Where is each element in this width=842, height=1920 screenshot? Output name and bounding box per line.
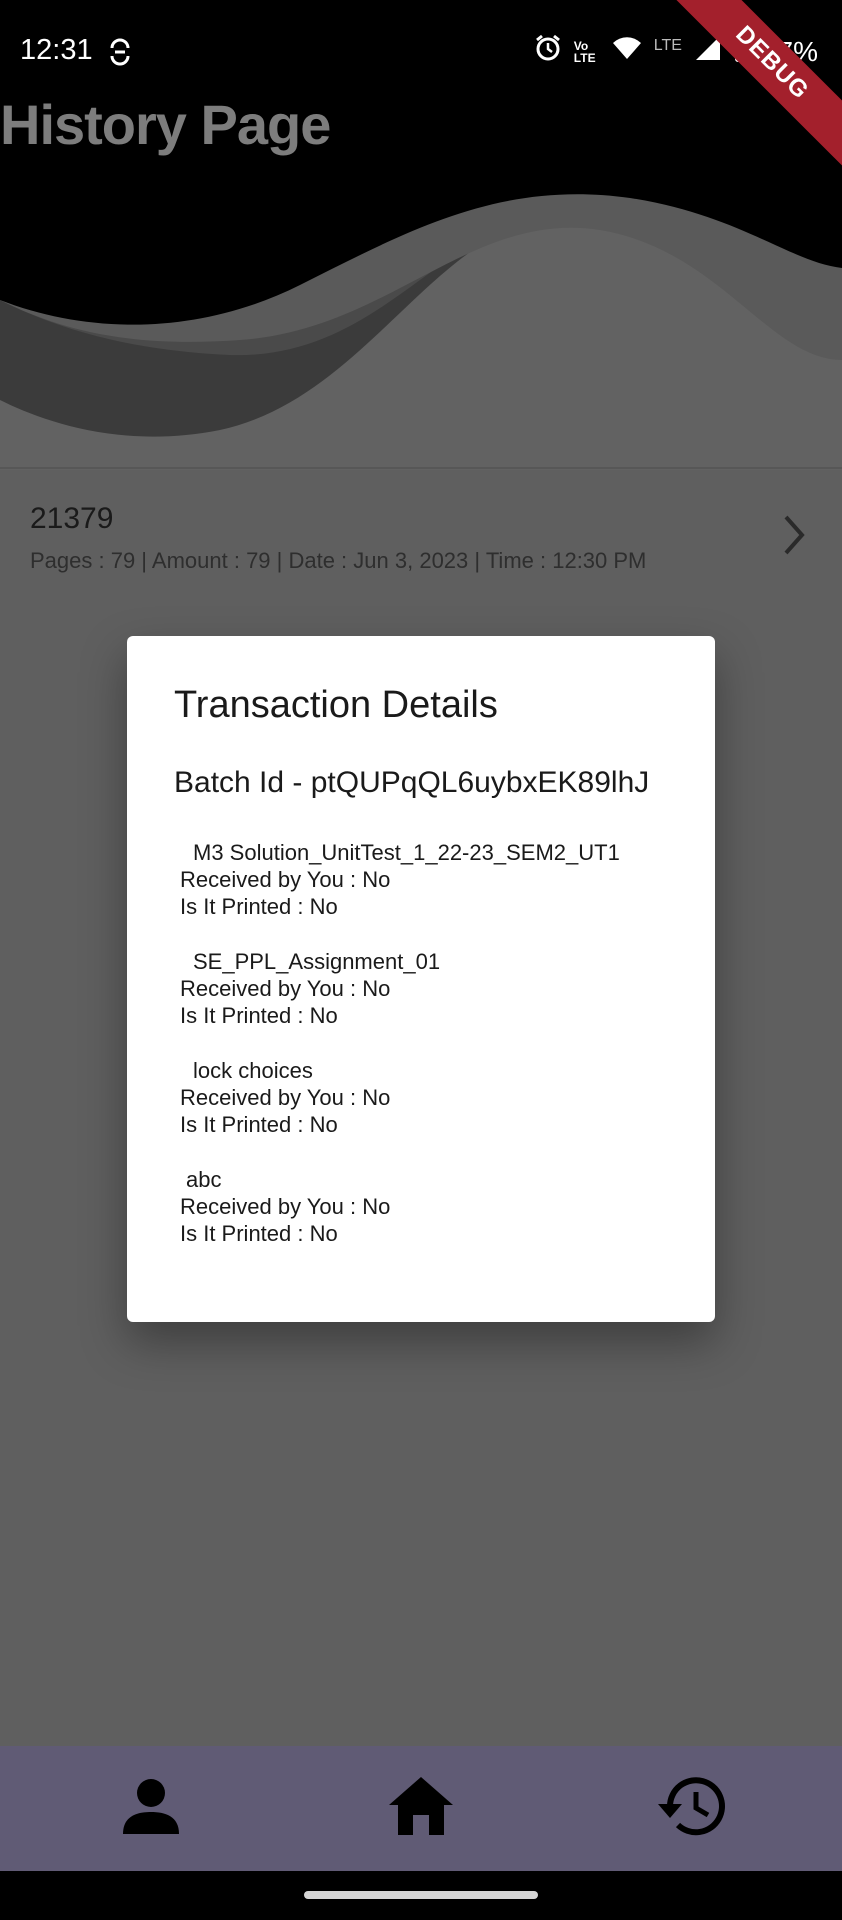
home-indicator[interactable] — [304, 1891, 538, 1899]
item-details: Pages : 79 | Amount : 79 | Date : Jun 3,… — [30, 548, 647, 573]
received-status: Received by You : No — [180, 867, 391, 892]
sync-icon — [108, 38, 132, 71]
alarm-icon — [534, 34, 562, 69]
history-icon — [656, 1774, 726, 1843]
item-id: 21379 — [30, 502, 114, 535]
printed-status: Is It Printed : No — [180, 1112, 338, 1137]
nav-profile-button[interactable] — [51, 1746, 251, 1871]
bottom-navigation — [0, 1746, 842, 1871]
printed-status: Is It Printed : No — [180, 894, 338, 919]
nav-history-button[interactable] — [591, 1746, 791, 1871]
batch-id: Batch Id - ptQUPqQL6uybxEK89lhJ — [174, 766, 650, 799]
printed-status: Is It Printed : No — [180, 1221, 338, 1246]
file-entry: SE_PPL_Assignment_01 Received by You : N… — [180, 948, 440, 1029]
history-list-item[interactable]: 21379 Pages : 79 | Amount : 79 | Date : … — [0, 470, 842, 600]
file-name: SE_PPL_Assignment_01 — [193, 949, 441, 974]
network-label: LTE — [653, 36, 682, 54]
received-status: Received by You : No — [180, 1194, 391, 1219]
received-status: Received by You : No — [180, 1085, 391, 1110]
file-entry: M3 Solution_UnitTest_1_22-23_SEM2_UT1 Re… — [180, 839, 620, 920]
nav-home-button[interactable] — [321, 1746, 521, 1871]
file-name: lock choices — [193, 1058, 313, 1083]
file-name: M3 Solution_UnitTest_1_22-23_SEM2_UT1 — [193, 840, 620, 865]
volte-icon: Vo LTE — [573, 38, 596, 65]
file-name: abc — [186, 1167, 222, 1192]
file-entry: lock choices Received by You : No Is It … — [180, 1057, 390, 1138]
list-divider — [0, 467, 842, 469]
transaction-details-dialog: Transaction Details Batch Id - ptQUPqQL6… — [127, 636, 715, 1322]
home-icon — [387, 1775, 455, 1842]
wifi-icon — [612, 35, 642, 68]
dialog-title: Transaction Details — [174, 684, 498, 726]
status-time: 12:31 — [20, 34, 93, 66]
status-bar: 12:31 Vo LTE LTE 57% DEBUG — [0, 0, 842, 172]
page-title: History Page — [0, 93, 331, 156]
file-entry: abc Received by You : No Is It Printed :… — [180, 1166, 390, 1247]
chevron-right-icon — [782, 515, 806, 560]
received-status: Received by You : No — [180, 976, 391, 1001]
printed-status: Is It Printed : No — [180, 1003, 338, 1028]
person-icon — [121, 1776, 181, 1841]
